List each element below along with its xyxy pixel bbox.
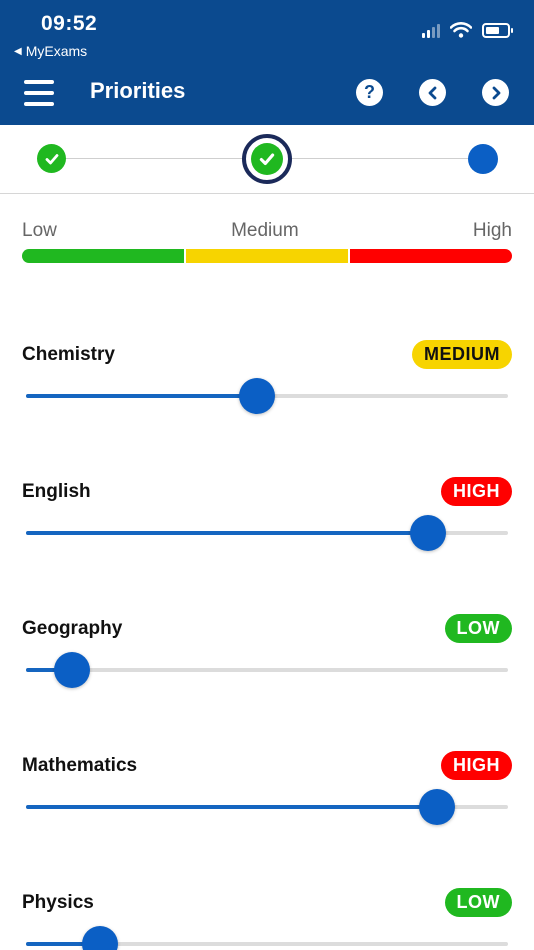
subject-row: Physics LOW xyxy=(22,888,512,950)
legend-label-high: High xyxy=(472,220,512,241)
subject-name: Geography xyxy=(22,618,123,639)
priority-badge: LOW xyxy=(444,614,512,643)
subject-name: Chemistry xyxy=(22,344,115,365)
status-icons xyxy=(422,22,513,38)
slider-fill xyxy=(26,394,258,398)
priority-badge: HIGH xyxy=(441,477,512,506)
back-triangle-icon: ◀ xyxy=(14,45,22,57)
progress-stepper xyxy=(0,125,534,194)
check-icon xyxy=(45,153,58,164)
slider-fill xyxy=(26,531,429,535)
subject-name: Physics xyxy=(22,892,94,913)
page-title: Priorities xyxy=(90,78,186,103)
legend-segment-medium xyxy=(186,249,348,263)
back-to-app-link[interactable]: ◀ MyExams xyxy=(14,43,87,59)
battery-icon xyxy=(482,22,513,38)
slider-thumb[interactable] xyxy=(418,789,455,825)
app-header: 09:52 ◀ MyExams Priorities ? xyxy=(0,0,534,125)
step-current[interactable] xyxy=(242,134,292,184)
slider-track[interactable] xyxy=(26,668,508,672)
priority-badge: MEDIUM xyxy=(412,340,512,369)
slider-fill xyxy=(26,805,437,809)
slider-thumb[interactable] xyxy=(53,652,90,688)
hamburger-menu-icon[interactable] xyxy=(24,80,54,106)
help-icon[interactable]: ? xyxy=(356,79,383,106)
step-completed[interactable] xyxy=(37,144,66,173)
slider-thumb[interactable] xyxy=(239,378,276,414)
cellular-signal-icon xyxy=(422,22,440,38)
legend-color-bar xyxy=(22,249,512,263)
chevron-right-icon[interactable] xyxy=(482,79,509,106)
priority-legend: Low Medium High xyxy=(22,220,512,263)
back-app-label: MyExams xyxy=(25,43,88,59)
subject-name: English xyxy=(22,481,91,502)
subject-row: English HIGH xyxy=(22,477,512,557)
check-icon xyxy=(259,153,275,166)
subject-row: Chemistry MEDIUM xyxy=(22,340,512,420)
legend-segment-high xyxy=(350,249,512,263)
chevron-left-icon[interactable] xyxy=(419,79,446,106)
slider-thumb[interactable] xyxy=(81,926,118,950)
step-next[interactable] xyxy=(468,144,498,174)
legend-label-medium: Medium xyxy=(231,220,299,241)
subject-row: Mathematics HIGH xyxy=(22,751,512,831)
legend-label-low: Low xyxy=(22,220,57,241)
priority-badge: HIGH xyxy=(441,751,512,780)
legend-segment-low xyxy=(22,249,184,263)
wifi-icon xyxy=(450,22,472,38)
slider-thumb[interactable] xyxy=(410,515,447,551)
subject-row: Geography LOW xyxy=(22,614,512,694)
priority-badge: LOW xyxy=(444,888,512,917)
status-time: 09:52 xyxy=(41,12,98,35)
subject-name: Mathematics xyxy=(22,755,138,776)
